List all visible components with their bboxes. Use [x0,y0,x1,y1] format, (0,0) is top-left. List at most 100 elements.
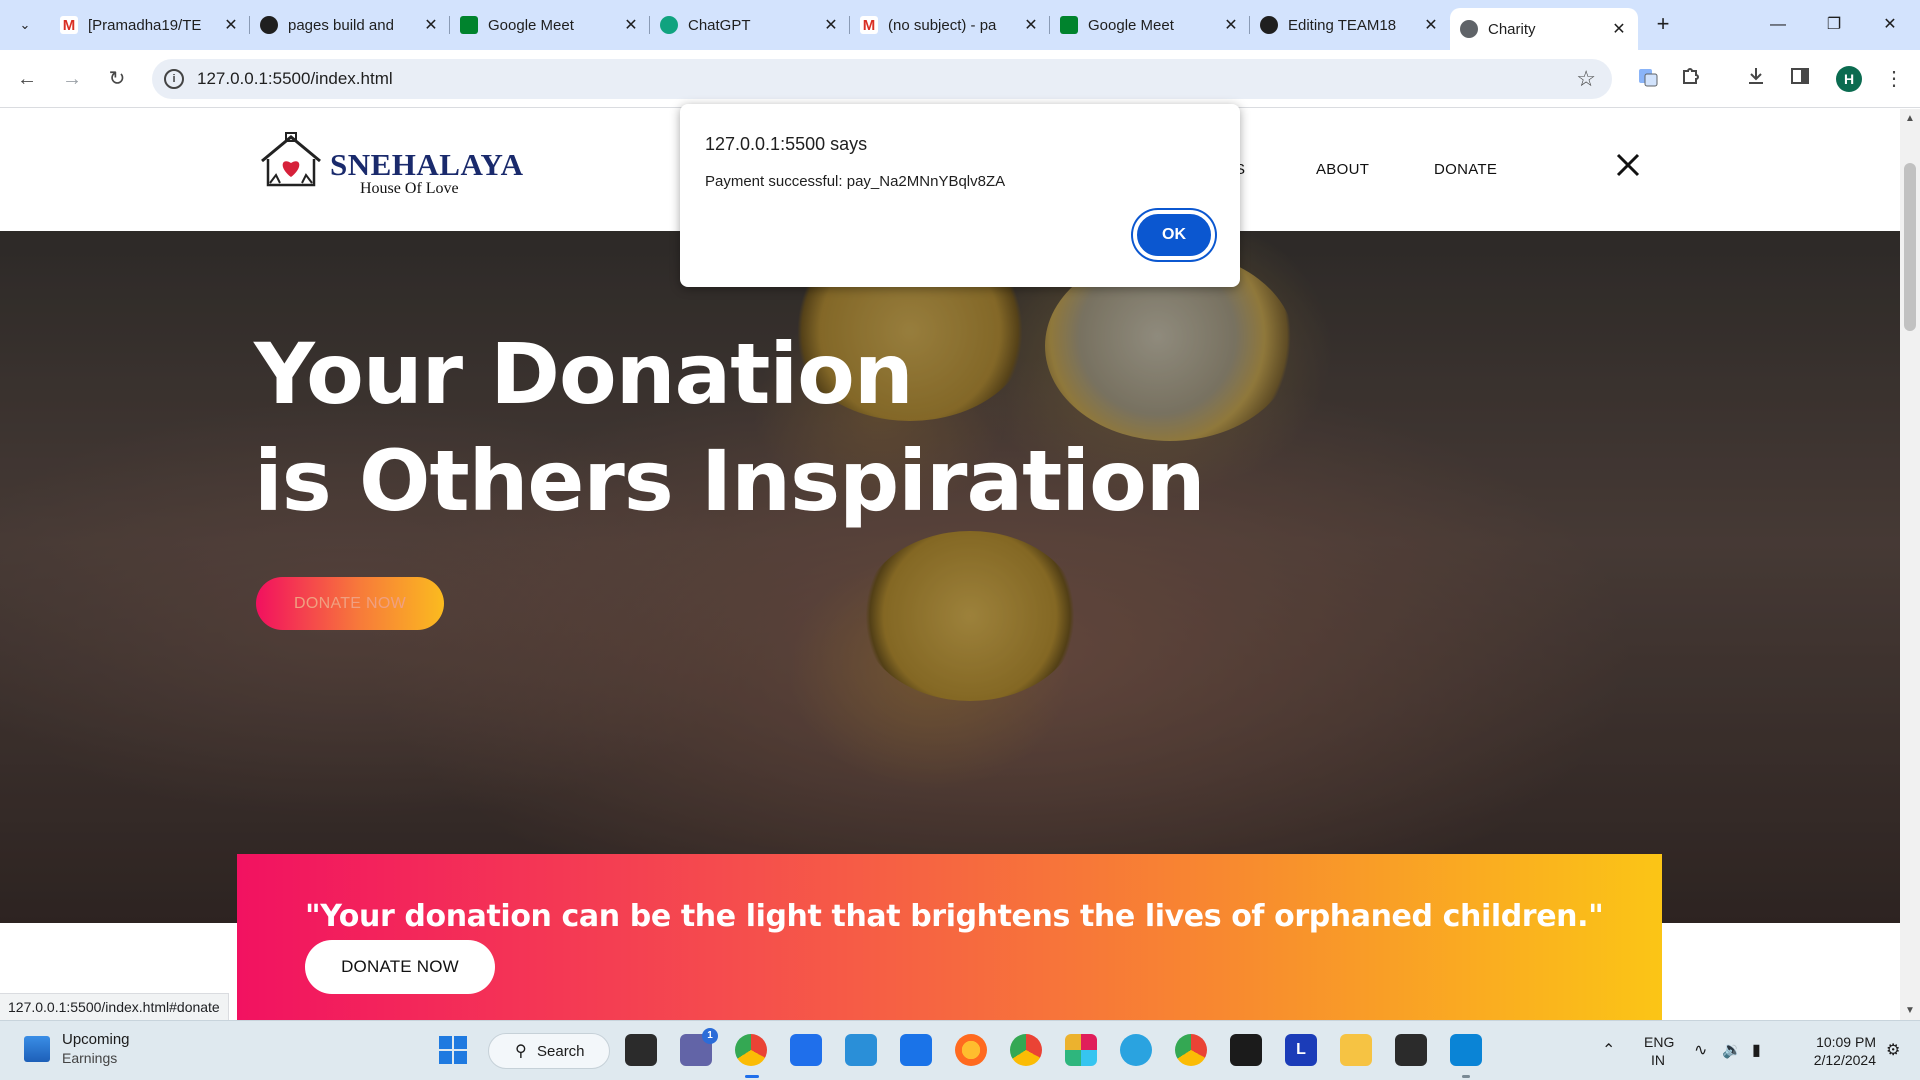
window-close-icon[interactable]: ✕ [1870,10,1910,40]
task-view-icon[interactable] [625,1034,657,1066]
region-code: IN [1651,1052,1665,1068]
link-status-bubble: 127.0.0.1:5500/index.html#donate [0,993,229,1020]
command-prompt-icon[interactable] [1395,1034,1427,1066]
telegram-icon[interactable] [1120,1034,1152,1066]
tab-title: pages build and [288,16,394,34]
minimize-icon[interactable]: — [1758,10,1798,40]
promo-quote: "Your donation can be the light that bri… [305,899,1604,934]
windows-taskbar: Upcoming Earnings ⚲ Search 1 L ⌃ ENG IN … [0,1020,1920,1080]
tab-title: (no subject) - pa [888,16,997,34]
browser-toolbar: ← → ↻ i 127.0.0.1:5500/index.html ☆ H ⋮ [0,50,1920,108]
close-icon[interactable]: ✕ [222,15,240,35]
l-app-icon[interactable]: L [1285,1034,1317,1066]
file-explorer-icon[interactable] [1340,1034,1372,1066]
menu-close-icon[interactable] [1612,149,1644,181]
tab-title: [Pramadha19/TE [88,16,202,34]
nav-link-donate[interactable]: DONATE [1434,161,1497,178]
tab-title: Google Meet [1088,16,1174,34]
tray-chevron-up-icon[interactable]: ⌃ [1602,1040,1615,1060]
page-scrollbar[interactable]: ▲ ▼ [1900,109,1920,1020]
kebab-menu-icon[interactable]: ⋮ [1880,65,1908,93]
logo-name: SNEHALAYA [330,147,524,182]
search-icon: ⚲ [515,1043,527,1060]
battery-icon[interactable]: ▮ [1752,1040,1761,1060]
hero-donate-button[interactable]: DONATE NOW [256,577,444,630]
new-tab-plus-icon[interactable]: + [1650,12,1676,38]
desktop-icon[interactable] [845,1034,877,1066]
gmail-icon: M [860,16,878,34]
tab-google-meet[interactable]: Google Meet ✕ [450,8,650,42]
scrollbar-thumb[interactable] [1904,163,1916,331]
tab-gmail-no-subject[interactable]: M (no subject) - pa ✕ [850,8,1050,42]
widget-subtitle: Earnings [62,1050,118,1066]
tab-title: Charity [1488,20,1536,38]
hero-banner: Your Donation is Others Inspiration DONA… [0,231,1900,923]
close-icon[interactable]: ✕ [822,15,840,35]
clock[interactable]: 10:09 PM 2/12/2024 [1786,1033,1876,1069]
tab-github-pages[interactable]: pages build and ✕ [250,8,450,42]
slack-icon[interactable] [1065,1034,1097,1066]
tab-charity[interactable]: Charity ✕ [1450,8,1638,50]
windows-start-icon[interactable] [437,1034,469,1066]
clock-time: 10:09 PM [1816,1034,1876,1050]
chatgpt-icon [660,16,678,34]
address-bar[interactable]: i 127.0.0.1:5500/index.html ☆ [152,59,1612,99]
volume-icon[interactable]: 🔉 [1722,1040,1742,1060]
site-info-icon[interactable]: i [164,69,184,89]
download-icon[interactable] [1742,65,1770,93]
tab-gmail-pramadha[interactable]: M [Pramadha19/TE ✕ [50,8,250,42]
google-meet-icon [1060,16,1078,34]
back-arrow-icon[interactable]: ← [11,63,43,95]
taskbar-search-label: Search [537,1042,585,1060]
taskbar-search[interactable]: ⚲ Search [488,1033,610,1069]
profile-avatar[interactable]: H [1836,66,1862,92]
microsoft-store-icon[interactable] [790,1034,822,1066]
side-panel-icon[interactable] [1786,65,1814,93]
dialog-ok-button[interactable]: OK [1133,210,1215,260]
weather-widget[interactable]: Upcoming Earnings [24,1031,130,1067]
mail-icon[interactable] [900,1034,932,1066]
bookmark-star-icon[interactable]: ☆ [1576,66,1596,92]
tab-github-editing[interactable]: Editing TEAM18 ✕ [1250,8,1450,42]
close-icon[interactable]: ✕ [1222,15,1240,35]
firefox-icon[interactable] [955,1034,987,1066]
tab-google-meet-2[interactable]: Google Meet ✕ [1050,8,1250,42]
close-icon[interactable]: ✕ [1022,15,1040,35]
promo-donate-button[interactable]: DONATE NOW [305,940,495,994]
widget-title: Upcoming [62,1031,130,1048]
stocks-chart-icon [24,1036,50,1062]
extensions-puzzle-icon[interactable] [1677,65,1705,93]
tab-title: ChatGPT [688,16,751,34]
close-icon[interactable]: ✕ [1422,15,1440,35]
extension-translate-icon[interactable] [1634,65,1662,93]
terminal-app-icon[interactable] [1230,1034,1262,1066]
close-icon[interactable]: ✕ [422,15,440,35]
close-icon[interactable]: ✕ [622,15,640,35]
hero-title: Your Donation is Others Inspiration [254,321,1206,535]
forward-arrow-icon[interactable]: → [56,63,88,95]
hero-title-line-1: Your Donation [254,325,914,423]
chrome-profile-icon[interactable] [1175,1034,1207,1066]
scroll-down-arrow-icon[interactable]: ▼ [1900,1005,1920,1016]
nav-link-about[interactable]: ABOUT [1316,161,1369,178]
hero-title-line-2: is Others Inspiration [254,432,1206,530]
language-indicator[interactable]: ENG IN [1644,1033,1674,1069]
chrome-icon[interactable] [1010,1034,1042,1066]
teams-chat-icon[interactable]: 1 [680,1028,718,1066]
chat-badge: 1 [702,1028,718,1044]
site-logo[interactable]: SNEHALAYA House Of Love [256,131,523,197]
alert-dialog: 127.0.0.1:5500 says Payment successful: … [680,104,1240,287]
tab-chatgpt[interactable]: ChatGPT ✕ [650,8,850,42]
close-icon[interactable]: ✕ [1610,19,1628,39]
notification-bell-icon[interactable]: ⚙ [1886,1040,1900,1060]
vscode-icon[interactable] [1450,1034,1482,1066]
tab-strip: ⌄ M [Pramadha19/TE ✕ pages build and ✕ G… [0,0,1920,50]
tab-search-chevron-icon[interactable]: ⌄ [12,12,38,38]
restore-icon[interactable]: ❐ [1814,10,1854,40]
scroll-up-arrow-icon[interactable]: ▲ [1900,113,1920,124]
clock-date: 2/12/2024 [1813,1052,1876,1068]
address-url[interactable]: 127.0.0.1:5500/index.html [197,69,393,89]
wifi-icon[interactable]: ∿ [1694,1040,1707,1060]
chrome-icon[interactable] [735,1034,767,1066]
reload-icon[interactable]: ↻ [101,63,133,95]
